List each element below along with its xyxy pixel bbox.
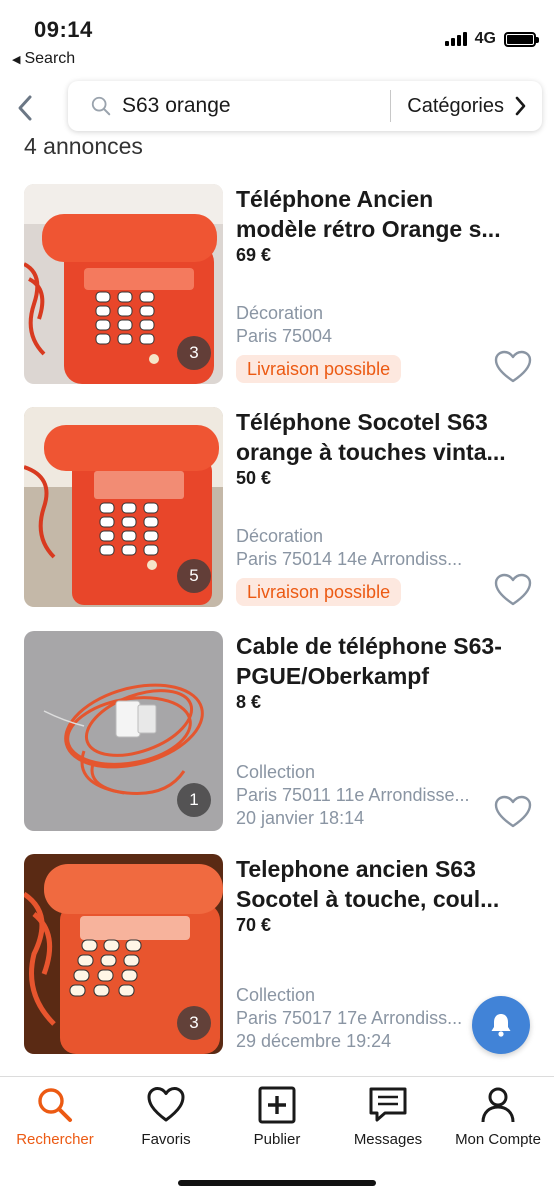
tab-label: Favoris	[141, 1131, 191, 1148]
tab-mon-compte[interactable]: Mon Compte	[443, 1085, 553, 1148]
tab-rechercher[interactable]: Rechercher	[0, 1085, 110, 1148]
listing-card[interactable]: 3 Téléphone Ancien modèle rétro Orange s…	[0, 184, 554, 384]
listing-title-line1: Telephone ancien S63	[236, 856, 476, 882]
listing-title-line2: Socotel à touche, coul...	[236, 886, 500, 912]
listing-location: Paris 75011 11e Arrondisse...	[236, 785, 470, 805]
categories-label: Catégories	[407, 94, 504, 117]
listing-title-line1: Cable de téléphone S63-	[236, 633, 502, 659]
listing-card[interactable]: 3 Telephone ancien S63 Socotel à touche,…	[0, 854, 554, 1054]
listing-title-line1: Téléphone Ancien	[236, 186, 434, 212]
status-bar: 09:14 ◀ Search 4G	[0, 0, 554, 72]
search-input[interactable]: S63 orange	[122, 94, 390, 118]
status-indicators: 4G	[444, 30, 539, 48]
listing-card[interactable]: 1 Cable de téléphone S63- PGUE/Oberkampf…	[0, 631, 554, 831]
listing-price: 70 €	[236, 915, 272, 935]
categories-button[interactable]: Catégories	[391, 81, 542, 131]
back-triangle-icon: ◀	[12, 54, 21, 66]
user-icon	[481, 1087, 515, 1123]
heart-icon[interactable]	[494, 573, 532, 607]
heart-icon[interactable]	[494, 795, 532, 829]
tab-publier[interactable]: Publier	[222, 1085, 332, 1148]
heart-icon[interactable]	[494, 350, 532, 384]
create-alert-button[interactable]	[472, 996, 530, 1054]
listing-photo[interactable]: 5	[24, 407, 223, 607]
tab-label: Publier	[253, 1131, 301, 1148]
search-icon	[38, 1088, 72, 1122]
photo-count-badge: 1	[177, 783, 211, 817]
listing-photo[interactable]: 3	[24, 184, 223, 384]
listing-category: Décoration	[236, 526, 324, 546]
search-icon	[91, 96, 111, 116]
chevron-left-icon	[18, 95, 32, 121]
delivery-badge: Livraison possible	[236, 578, 402, 606]
tab-favoris[interactable]: Favoris	[111, 1085, 221, 1148]
bell-icon	[491, 1014, 511, 1037]
listing-info: Cable de téléphone S63- PGUE/Oberkampf 8…	[236, 631, 536, 713]
message-icon	[369, 1087, 407, 1122]
listing-info: Téléphone Socotel S63 orange à touches v…	[236, 407, 536, 489]
listing-info: Téléphone Ancien modèle rétro Orange s..…	[236, 184, 536, 266]
listing-photo[interactable]: 1	[24, 631, 223, 831]
listing-title-line1: Téléphone Socotel S63	[236, 409, 488, 435]
back-to-app-link[interactable]: ◀ Search	[12, 50, 75, 68]
listing-info: Telephone ancien S63 Socotel à touche, c…	[236, 854, 536, 936]
listing-photo[interactable]: 3	[24, 854, 223, 1054]
clock: 09:14	[34, 17, 93, 42]
listing-price: 50 €	[236, 468, 272, 488]
listing-category: Décoration	[236, 303, 324, 323]
listing-card[interactable]: 5 Téléphone Socotel S63 orange à touches…	[0, 407, 554, 607]
chevron-right-icon	[515, 96, 526, 116]
results-count: 4 annonces	[24, 133, 143, 159]
plus-square-icon	[258, 1086, 296, 1124]
listing-category: Collection	[236, 762, 316, 782]
listing-title-line2: PGUE/Oberkampf	[236, 663, 429, 689]
tab-label: Rechercher	[16, 1131, 94, 1148]
listing-location: Paris 75017 17e Arrondiss...	[236, 1008, 463, 1028]
listing-location: Paris 75014 14e Arrondiss...	[236, 549, 463, 569]
listing-date: 20 janvier 18:14	[236, 808, 365, 828]
tab-label: Messages	[353, 1131, 423, 1148]
signal-icon	[444, 32, 467, 46]
home-indicator	[178, 1180, 376, 1186]
delivery-badge: Livraison possible	[236, 355, 402, 383]
listing-location: Paris 75004	[236, 326, 333, 346]
listing-price: 69 €	[236, 245, 272, 265]
network-type: 4G	[474, 30, 496, 47]
listing-price: 8 €	[236, 692, 262, 712]
tab-label: Mon Compte	[455, 1131, 541, 1148]
back-app-label: Search	[24, 50, 76, 67]
battery-icon	[504, 31, 539, 47]
back-button[interactable]	[10, 88, 40, 128]
search-bar[interactable]: S63 orange Catégories	[68, 81, 542, 131]
photo-count-badge: 3	[177, 1006, 211, 1040]
photo-count-badge: 5	[177, 559, 211, 593]
listing-title-line2: modèle rétro Orange s...	[236, 216, 501, 242]
tab-messages[interactable]: Messages	[333, 1085, 443, 1148]
heart-icon	[147, 1087, 185, 1122]
listing-date: 29 décembre 19:24	[236, 1031, 392, 1051]
listing-title-line2: orange à touches vinta...	[236, 439, 506, 465]
photo-count-badge: 3	[177, 336, 211, 370]
listing-category: Collection	[236, 985, 316, 1005]
